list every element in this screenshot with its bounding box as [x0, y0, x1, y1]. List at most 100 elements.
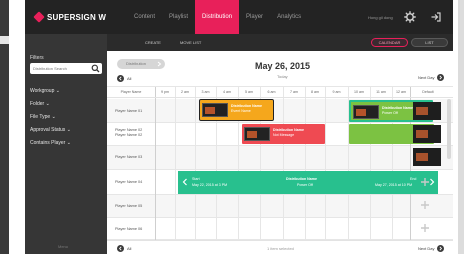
filter-contains-player-label: Contains Player — [30, 140, 66, 146]
hour-header: 6 am — [267, 90, 276, 94]
player-name[interactable]: Player Name 02 Player Name 02 — [115, 128, 142, 138]
next-day-button[interactable] — [437, 74, 444, 81]
filter-folder[interactable]: Folder ⌄ — [30, 101, 50, 107]
default-column-header: Default — [422, 90, 434, 94]
nav-distribution[interactable]: Distribution — [195, 0, 240, 34]
distribution-search-input[interactable] — [33, 63, 91, 74]
hour-header: 5 am — [245, 90, 253, 94]
event-thumbnail — [202, 103, 228, 117]
calendar-view-button[interactable]: CALENDAR — [371, 38, 408, 47]
event-long-distribution[interactable]: Start May 22, 2015 at 3 PM Distribution … — [178, 171, 438, 194]
create-button[interactable]: CREATE — [145, 40, 161, 45]
left-panel-strip — [0, 36, 9, 44]
nav-player[interactable]: Player — [239, 0, 270, 34]
column-divider — [195, 87, 196, 240]
logout-icon[interactable] — [430, 11, 442, 23]
distribution-back-button[interactable]: Distribution — [117, 59, 165, 69]
filter-contains-player[interactable]: Contains Player ⌄ — [30, 140, 71, 146]
player-row — [107, 218, 453, 240]
user-name[interactable]: Hong gil dong — [368, 15, 393, 20]
sidebar-footer: Menu — [25, 240, 107, 254]
event-title: Distribution Name — [273, 128, 304, 132]
event-orange[interactable]: Distribution Name Event Name — [199, 99, 274, 121]
filter-file-type-label: File Type — [30, 114, 51, 120]
column-divider — [325, 87, 326, 240]
nav-playlist[interactable]: Playlist — [162, 0, 195, 34]
add-icon[interactable] — [420, 200, 430, 210]
filter-file-type[interactable]: File Type ⌄ — [30, 114, 56, 120]
today-button[interactable]: Today — [277, 74, 288, 79]
player-name[interactable]: Player Name 05 — [115, 204, 142, 209]
event-subtitle: Power Off — [297, 183, 313, 187]
calendar-date-title: May 26, 2015 — [255, 61, 311, 71]
chevron-left-icon[interactable] — [181, 177, 189, 187]
calendar-footer: All 1 item selected Next Day — [107, 240, 453, 254]
hour-header: 3 am — [201, 90, 210, 94]
nav-content[interactable]: Content — [127, 0, 162, 34]
list-view-button[interactable]: LIST — [411, 38, 448, 47]
brand-name: SUPERSIGN W — [47, 12, 107, 22]
filter-folder-label: Folder — [30, 101, 45, 107]
nav-analytics[interactable]: Analytics — [270, 0, 308, 34]
left-background-panel — [0, 0, 9, 254]
filter-workgroup-label: Workgroup — [30, 88, 55, 94]
hour-header: 9 am — [332, 90, 341, 94]
hour-header: 10 am — [354, 90, 364, 94]
player-name[interactable]: Player Name 06 — [115, 227, 142, 232]
default-content-thumbnail[interactable] — [413, 148, 441, 166]
vertical-scrollbar[interactable] — [447, 99, 451, 159]
hour-header: 9 pm — [161, 90, 169, 94]
sidebar-footer-label[interactable]: Menu — [58, 244, 68, 249]
player-row — [107, 146, 453, 170]
chevron-down-icon: ⌄ — [66, 127, 71, 133]
chevron-right-icon — [157, 61, 162, 67]
player-name[interactable]: Player Name 04 — [115, 180, 142, 185]
filters-title: Filters — [30, 55, 44, 61]
chevron-right-icon — [439, 75, 443, 80]
chevron-right-icon — [439, 246, 443, 251]
next-day-label: Next Day — [418, 246, 435, 251]
chevron-left-icon — [118, 76, 122, 81]
hour-header: 12 am — [396, 90, 406, 94]
hour-header-row: Player Name 9 pm 2 am 3 am 4 am 5 am 6 a… — [107, 87, 453, 98]
search-icon[interactable] — [91, 64, 100, 73]
next-day-button[interactable] — [437, 245, 444, 252]
top-bar: SUPERSIGN W Content Playlist Distributio… — [25, 0, 453, 34]
selection-status: 1 item selected — [267, 246, 294, 251]
event-title: Distribution Name — [382, 106, 413, 110]
column-divider — [305, 87, 306, 240]
add-icon[interactable] — [420, 177, 430, 187]
player-name[interactable]: Player Name 01 — [115, 109, 142, 114]
event-subtitle: Event Name — [231, 109, 251, 113]
player-name[interactable]: Player Name 03 — [115, 155, 142, 160]
filter-sidebar: Filters Workgroup ⌄ Folder ⌄ File Type ⌄… — [25, 34, 107, 254]
player-row — [107, 195, 453, 218]
prev-day-button[interactable] — [117, 245, 124, 252]
event-start-date: May 22, 2015 at 3 PM — [192, 183, 228, 187]
event-thumbnail — [353, 105, 379, 119]
hour-header: 7 am — [290, 90, 298, 94]
move-list-button[interactable]: MOVE LIST — [180, 40, 201, 45]
event-start-label: Start — [192, 177, 200, 181]
event-end-date: May 27, 2015 at 10 PM — [375, 183, 413, 187]
right-background-panel — [458, 0, 464, 254]
chevron-down-icon: ⌄ — [45, 101, 50, 107]
main-nav: Content Playlist Distribution Player Ana… — [127, 0, 308, 34]
filter-approval-status[interactable]: Approval Status ⌄ — [30, 127, 71, 133]
hour-header: 11 am — [376, 90, 386, 94]
search-box — [30, 63, 102, 74]
chevron-down-icon: ⌄ — [51, 114, 56, 120]
add-icon[interactable] — [420, 223, 430, 233]
column-divider — [283, 87, 284, 240]
prev-day-button[interactable] — [117, 75, 124, 82]
default-content-thumbnail[interactable] — [413, 102, 441, 120]
brand-logo[interactable]: SUPERSIGN W — [33, 11, 107, 23]
event-title: Distribution Name — [231, 104, 262, 108]
logo-mark-icon — [33, 11, 45, 23]
filter-workgroup[interactable]: Workgroup ⌄ — [30, 88, 60, 94]
chevron-left-icon — [118, 246, 122, 251]
gear-icon[interactable] — [404, 11, 416, 23]
all-label: All — [127, 246, 132, 251]
default-content-thumbnail[interactable] — [413, 125, 441, 143]
event-red[interactable]: Distribution Name Not Message — [242, 124, 325, 144]
